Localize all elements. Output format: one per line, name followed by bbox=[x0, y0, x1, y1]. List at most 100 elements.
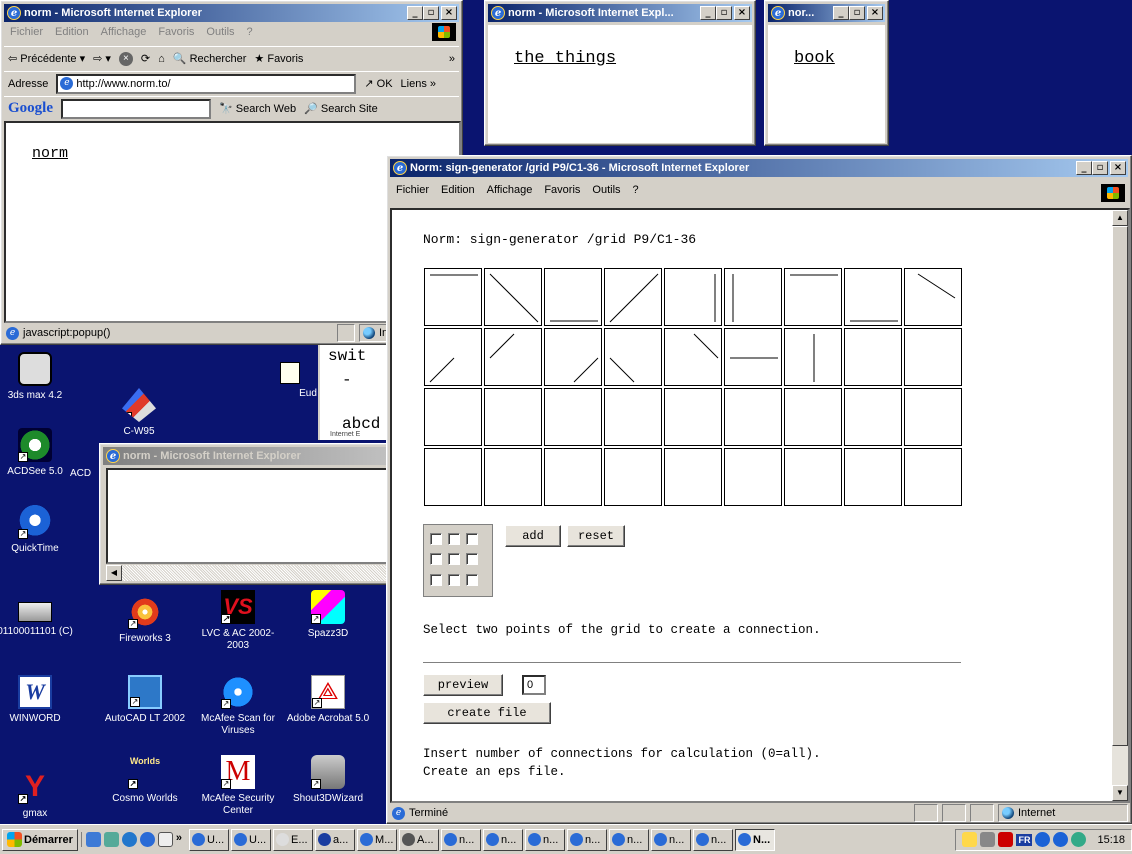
go-button[interactable]: ↗ OK bbox=[364, 77, 392, 90]
taskbar-item[interactable]: a... bbox=[315, 828, 356, 851]
desktop-icon-mcafee-security[interactable]: M ↗ McAfee Security Center bbox=[193, 755, 283, 817]
grid-cell[interactable] bbox=[844, 448, 902, 506]
book-titlebar[interactable]: e nor... _ ▫ × bbox=[768, 4, 885, 22]
taskbar-item[interactable]: n... bbox=[693, 828, 734, 851]
grid-cell[interactable] bbox=[544, 268, 602, 326]
close-button[interactable]: × bbox=[734, 6, 750, 20]
tray-language[interactable]: FR bbox=[1016, 833, 1033, 846]
point-checkbox-7[interactable] bbox=[430, 573, 442, 586]
desktop-icon-autocad[interactable]: ↗ AutoCAD LT 2002 bbox=[100, 675, 190, 725]
desktop-icon-shout3d[interactable]: ↗ Shout3DWizard bbox=[283, 755, 373, 805]
menu-help[interactable]: ? bbox=[247, 26, 253, 38]
grid-cell[interactable] bbox=[724, 328, 782, 386]
menu-fichier[interactable]: Fichier bbox=[396, 184, 429, 196]
taskbar-item[interactable]: U... bbox=[189, 828, 230, 851]
menu-help[interactable]: ? bbox=[633, 184, 639, 196]
point-checkbox-3[interactable] bbox=[466, 533, 478, 545]
scroll-up-button[interactable]: ▲ bbox=[1112, 210, 1128, 226]
point-checkbox-1[interactable] bbox=[430, 533, 442, 545]
search-site-button[interactable]: 🔎 Search Site bbox=[304, 102, 378, 115]
scroll-left-button[interactable]: ◀ bbox=[106, 565, 122, 581]
taskbar-item[interactable]: U... bbox=[231, 828, 272, 851]
norm-window-titlebar[interactable]: e norm - Microsoft Internet Explorer _ ▫… bbox=[4, 4, 459, 22]
taskbar-item[interactable]: n... bbox=[525, 828, 566, 851]
desktop-icon-drive[interactable]: 01100011101 (C) bbox=[0, 590, 80, 638]
forward-button[interactable]: ⇨ ▾ bbox=[93, 52, 111, 65]
desktop-icon-winword[interactable]: W WINWORD bbox=[0, 675, 80, 725]
book-link[interactable]: book bbox=[794, 49, 835, 68]
player-icon[interactable] bbox=[121, 832, 137, 847]
maximize-button[interactable]: ▫ bbox=[716, 6, 732, 20]
scroll-thumb[interactable] bbox=[1112, 226, 1128, 746]
desktop-icon-3dsmax[interactable]: 3ds max 4.2 bbox=[0, 352, 80, 402]
the-things-link[interactable]: the things bbox=[514, 49, 616, 68]
refresh-icon[interactable]: ⟳ bbox=[141, 52, 150, 65]
things-titlebar[interactable]: e norm - Microsoft Internet Expl... _ ▫ … bbox=[488, 4, 752, 22]
maximize-button[interactable]: ▫ bbox=[1092, 161, 1108, 175]
back-button[interactable]: ⇦ Précédente ▾ bbox=[8, 52, 85, 65]
grid-cell[interactable] bbox=[604, 268, 662, 326]
favorites-button[interactable]: ★ Favoris bbox=[254, 52, 303, 65]
grid-cell[interactable] bbox=[664, 448, 722, 506]
menu-fichier[interactable]: Fichier bbox=[10, 26, 43, 38]
minimize-button[interactable]: _ bbox=[407, 6, 423, 20]
desktop-icon-acdsee[interactable]: ↗ ACDSee 5.0 bbox=[0, 428, 80, 478]
tray-volume-icon[interactable] bbox=[980, 832, 996, 847]
point-checkbox-8[interactable] bbox=[448, 573, 460, 586]
grid-cell[interactable] bbox=[604, 448, 662, 506]
outlook-icon[interactable] bbox=[157, 832, 173, 847]
grid-cell[interactable] bbox=[784, 388, 842, 446]
toolbar-chevron[interactable]: » bbox=[449, 53, 455, 65]
arrow-icon[interactable] bbox=[103, 832, 119, 847]
search-button[interactable]: 🔍 Rechercher bbox=[173, 52, 247, 65]
desktop-icon-fireworks[interactable]: ↗ Fireworks 3 bbox=[100, 595, 190, 645]
point-checkbox-2[interactable] bbox=[448, 533, 460, 545]
desktop-icon-quicktime[interactable]: ↗ QuickTime bbox=[0, 505, 80, 555]
taskbar-item[interactable]: N... bbox=[735, 828, 776, 851]
grid-cell[interactable] bbox=[664, 268, 722, 326]
quicklaunch-chevron[interactable]: » bbox=[176, 832, 182, 847]
grid-cell[interactable] bbox=[424, 268, 482, 326]
grid-cell[interactable] bbox=[724, 448, 782, 506]
ie-quicklaunch-icon[interactable] bbox=[139, 832, 155, 847]
desktop-icon-acrobat[interactable]: ⟁ ↗ Adobe Acrobat 5.0 bbox=[283, 675, 373, 725]
menu-favoris[interactable]: Favoris bbox=[158, 26, 194, 38]
desktop-icon-eudora[interactable]: Eud bbox=[255, 362, 325, 400]
grid-cell[interactable] bbox=[604, 388, 662, 446]
grid-cell[interactable] bbox=[664, 388, 722, 446]
home-icon[interactable]: ⌂ bbox=[158, 53, 165, 65]
generator-titlebar[interactable]: e Norm: sign-generator /grid P9/C1-36 - … bbox=[390, 159, 1128, 177]
search-web-button[interactable]: 🔭 Search Web bbox=[219, 102, 296, 115]
grid-cell[interactable] bbox=[604, 328, 662, 386]
tray-network-icon[interactable] bbox=[1035, 832, 1051, 847]
desktop-icon-gmax[interactable]: Y ↗ gmax bbox=[0, 770, 80, 820]
show-desktop-icon[interactable] bbox=[85, 832, 101, 847]
stop-icon[interactable]: × bbox=[118, 51, 133, 66]
taskbar-item[interactable]: n... bbox=[567, 828, 608, 851]
links-button[interactable]: Liens » bbox=[401, 78, 436, 90]
grid-cell[interactable] bbox=[484, 448, 542, 506]
grid-cell[interactable] bbox=[844, 328, 902, 386]
point-checkbox-5[interactable] bbox=[448, 553, 460, 566]
grid-cell[interactable] bbox=[784, 448, 842, 506]
grid-cell[interactable] bbox=[904, 448, 962, 506]
clock[interactable]: 15:18 bbox=[1097, 834, 1125, 846]
grid-cell[interactable] bbox=[544, 328, 602, 386]
norm-link[interactable]: norm bbox=[32, 145, 68, 162]
close-button[interactable]: × bbox=[867, 6, 883, 20]
menu-affichage[interactable]: Affichage bbox=[101, 26, 147, 38]
tray-mcafee-icon[interactable] bbox=[998, 832, 1014, 847]
taskbar-item[interactable]: n... bbox=[609, 828, 650, 851]
close-button[interactable]: × bbox=[441, 6, 457, 20]
desktop-icon-mcafee-scan[interactable]: ↗ McAfee Scan for Viruses bbox=[193, 675, 283, 737]
scroll-down-button[interactable]: ▼ bbox=[1112, 785, 1128, 801]
taskbar-item[interactable]: A... bbox=[399, 828, 440, 851]
desktop-icon-cosmo-worlds[interactable]: Worlds ↗ Cosmo Worlds bbox=[100, 755, 190, 805]
point-checkbox-9[interactable] bbox=[466, 573, 478, 586]
grid-cell[interactable] bbox=[664, 328, 722, 386]
menu-outils[interactable]: Outils bbox=[592, 184, 620, 196]
maximize-button[interactable]: ▫ bbox=[423, 6, 439, 20]
desktop-icon-acd-partial[interactable]: ACD bbox=[70, 468, 91, 479]
grid-cell[interactable] bbox=[844, 268, 902, 326]
preview-button[interactable]: preview bbox=[423, 674, 503, 696]
